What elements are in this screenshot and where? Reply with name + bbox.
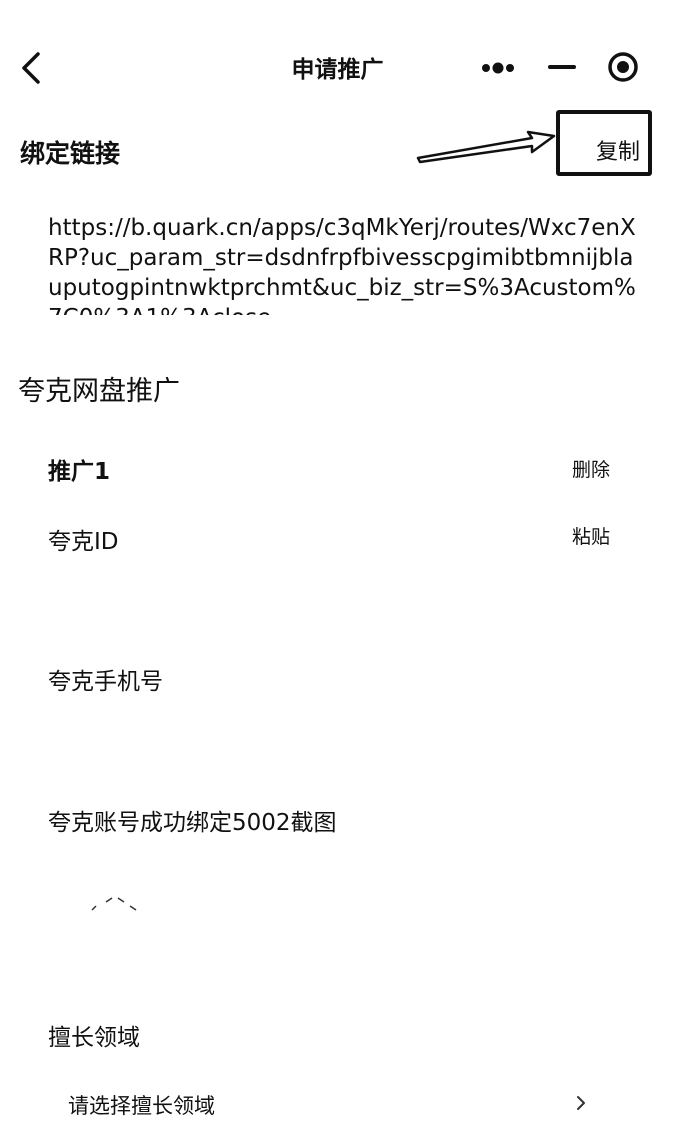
quark-phone-label: 夸克手机号	[48, 669, 163, 695]
chevron-right-icon	[577, 1096, 585, 1110]
quark-id-label: 夸克ID	[48, 529, 119, 555]
delete-button[interactable]: 删除	[572, 455, 610, 482]
annotation-arrow-icon	[416, 130, 556, 164]
promo-item-title: 推广1	[48, 459, 111, 485]
expertise-select[interactable]: 请选择擅长领域	[40, 1080, 620, 1126]
expertise-placeholder: 请选择擅长领域	[68, 1094, 215, 1118]
copy-button[interactable]: 复制	[596, 134, 640, 166]
bind-link-text: https://b.quark.cn/apps/c3qMkYerj/routes…	[48, 215, 636, 315]
close-target-icon[interactable]	[606, 50, 640, 84]
more-dots-icon[interactable]	[478, 58, 518, 78]
section-title: 夸克网盘推广	[18, 376, 180, 407]
bind-link-label: 绑定链接	[20, 139, 121, 168]
upload-placeholder-icon[interactable]	[88, 892, 140, 914]
minimize-icon[interactable]	[547, 57, 577, 77]
expertise-label: 擅长领域	[48, 1025, 140, 1051]
screenshot-upload-label: 夸克账号成功绑定5002截图	[48, 810, 337, 836]
paste-button[interactable]: 粘贴	[572, 522, 610, 549]
